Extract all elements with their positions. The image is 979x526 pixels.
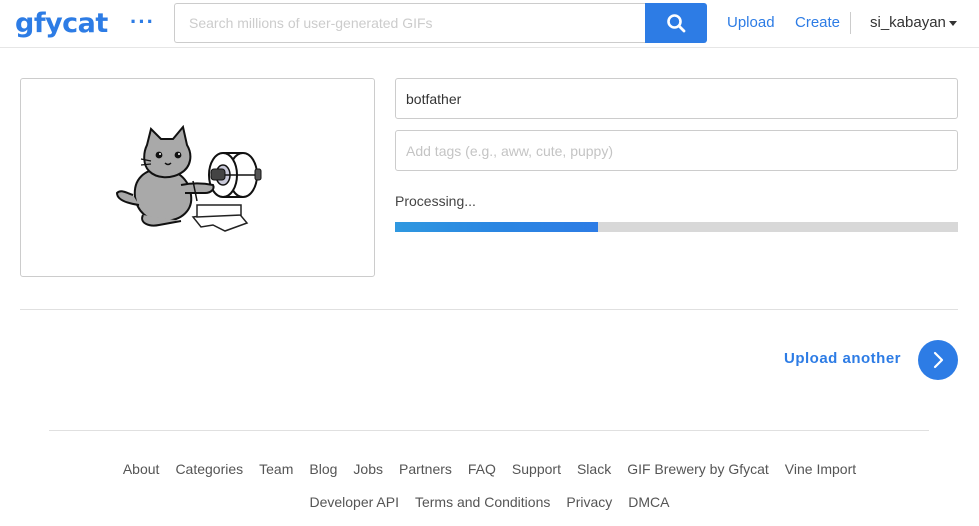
- section-divider: [20, 309, 958, 310]
- upload-another-button[interactable]: [918, 340, 958, 380]
- footer-link-blog[interactable]: Blog: [309, 461, 337, 477]
- footer-links-row-2: Developer API Terms and Conditions Priva…: [0, 494, 979, 510]
- nav-divider: [850, 12, 851, 34]
- nav-create-link[interactable]: Create: [795, 14, 840, 31]
- title-input[interactable]: [395, 78, 958, 119]
- top-header: gfycat ··· Upload Create si_kabayan: [0, 0, 979, 48]
- nav-upload-link[interactable]: Upload: [727, 14, 775, 31]
- processing-status: Processing...: [395, 193, 476, 209]
- footer-link-terms[interactable]: Terms and Conditions: [415, 494, 550, 510]
- footer-links-row-1: About Categories Team Blog Jobs Partners…: [0, 461, 979, 477]
- footer-link-jobs[interactable]: Jobs: [353, 461, 383, 477]
- footer-link-support[interactable]: Support: [512, 461, 561, 477]
- footer-link-faq[interactable]: FAQ: [468, 461, 496, 477]
- search-icon: [667, 14, 686, 33]
- username: si_kabayan: [870, 14, 946, 31]
- tags-input[interactable]: [395, 130, 958, 171]
- progress-bar-fill: [395, 222, 598, 232]
- caret-down-icon: [948, 21, 957, 26]
- footer-divider: [49, 430, 929, 431]
- upload-another-link[interactable]: Upload another: [784, 350, 901, 367]
- chevron-right-icon: [933, 351, 944, 369]
- footer-link-developer-api[interactable]: Developer API: [309, 494, 399, 510]
- cat-toilet-paper-illustration: [115, 125, 262, 232]
- footer-link-slack[interactable]: Slack: [577, 461, 611, 477]
- gfycat-logo[interactable]: gfycat: [15, 6, 108, 40]
- logo-text: gfycat: [15, 7, 108, 39]
- footer-link-dmca[interactable]: DMCA: [628, 494, 669, 510]
- more-dots-icon[interactable]: ···: [130, 11, 155, 33]
- footer-link-partners[interactable]: Partners: [399, 461, 452, 477]
- search-input[interactable]: [174, 3, 645, 43]
- footer-link-privacy[interactable]: Privacy: [566, 494, 612, 510]
- search-button[interactable]: [645, 3, 707, 43]
- progress-bar: [395, 222, 958, 232]
- footer-link-team[interactable]: Team: [259, 461, 293, 477]
- footer-link-vine-import[interactable]: Vine Import: [785, 461, 856, 477]
- footer-link-gif-brewery[interactable]: GIF Brewery by Gfycat: [627, 461, 769, 477]
- user-menu[interactable]: si_kabayan: [870, 14, 957, 31]
- footer-link-about[interactable]: About: [123, 461, 160, 477]
- gif-preview: [20, 78, 375, 277]
- footer-link-categories[interactable]: Categories: [175, 461, 243, 477]
